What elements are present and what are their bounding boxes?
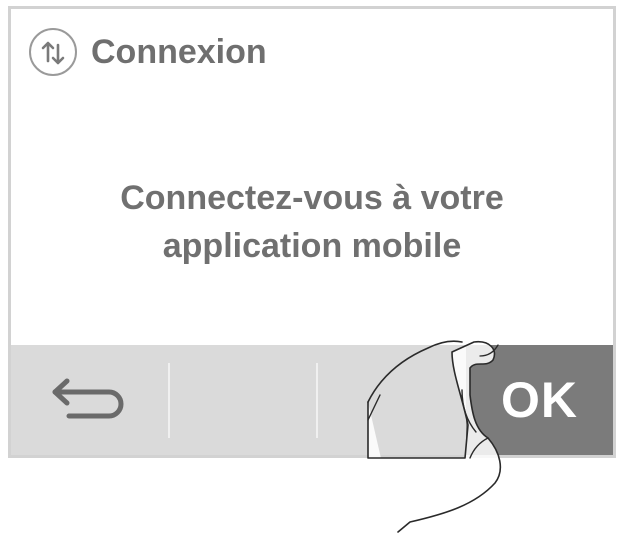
empty-middle-button[interactable] (169, 345, 315, 455)
message-line-1: Connectez-vous à votre (120, 179, 504, 217)
instruction-message: Connectez-vous à votre application mobil… (11, 174, 613, 270)
button-divider (316, 363, 318, 438)
sync-arrows-glyph (41, 41, 65, 65)
back-button[interactable] (11, 345, 166, 455)
screen-header: Connexion (29, 27, 267, 77)
bottom-button-bar: OK (11, 345, 613, 455)
ok-button-label: OK (501, 372, 578, 428)
ok-button[interactable]: OK (466, 345, 613, 455)
message-line-2: application mobile (162, 227, 462, 265)
page-title: Connexion (91, 32, 267, 71)
sync-arrows-icon (29, 28, 77, 76)
back-arrow-icon (52, 378, 123, 419)
device-screen: Connexion Connectez-vous à votre applica… (8, 6, 616, 458)
